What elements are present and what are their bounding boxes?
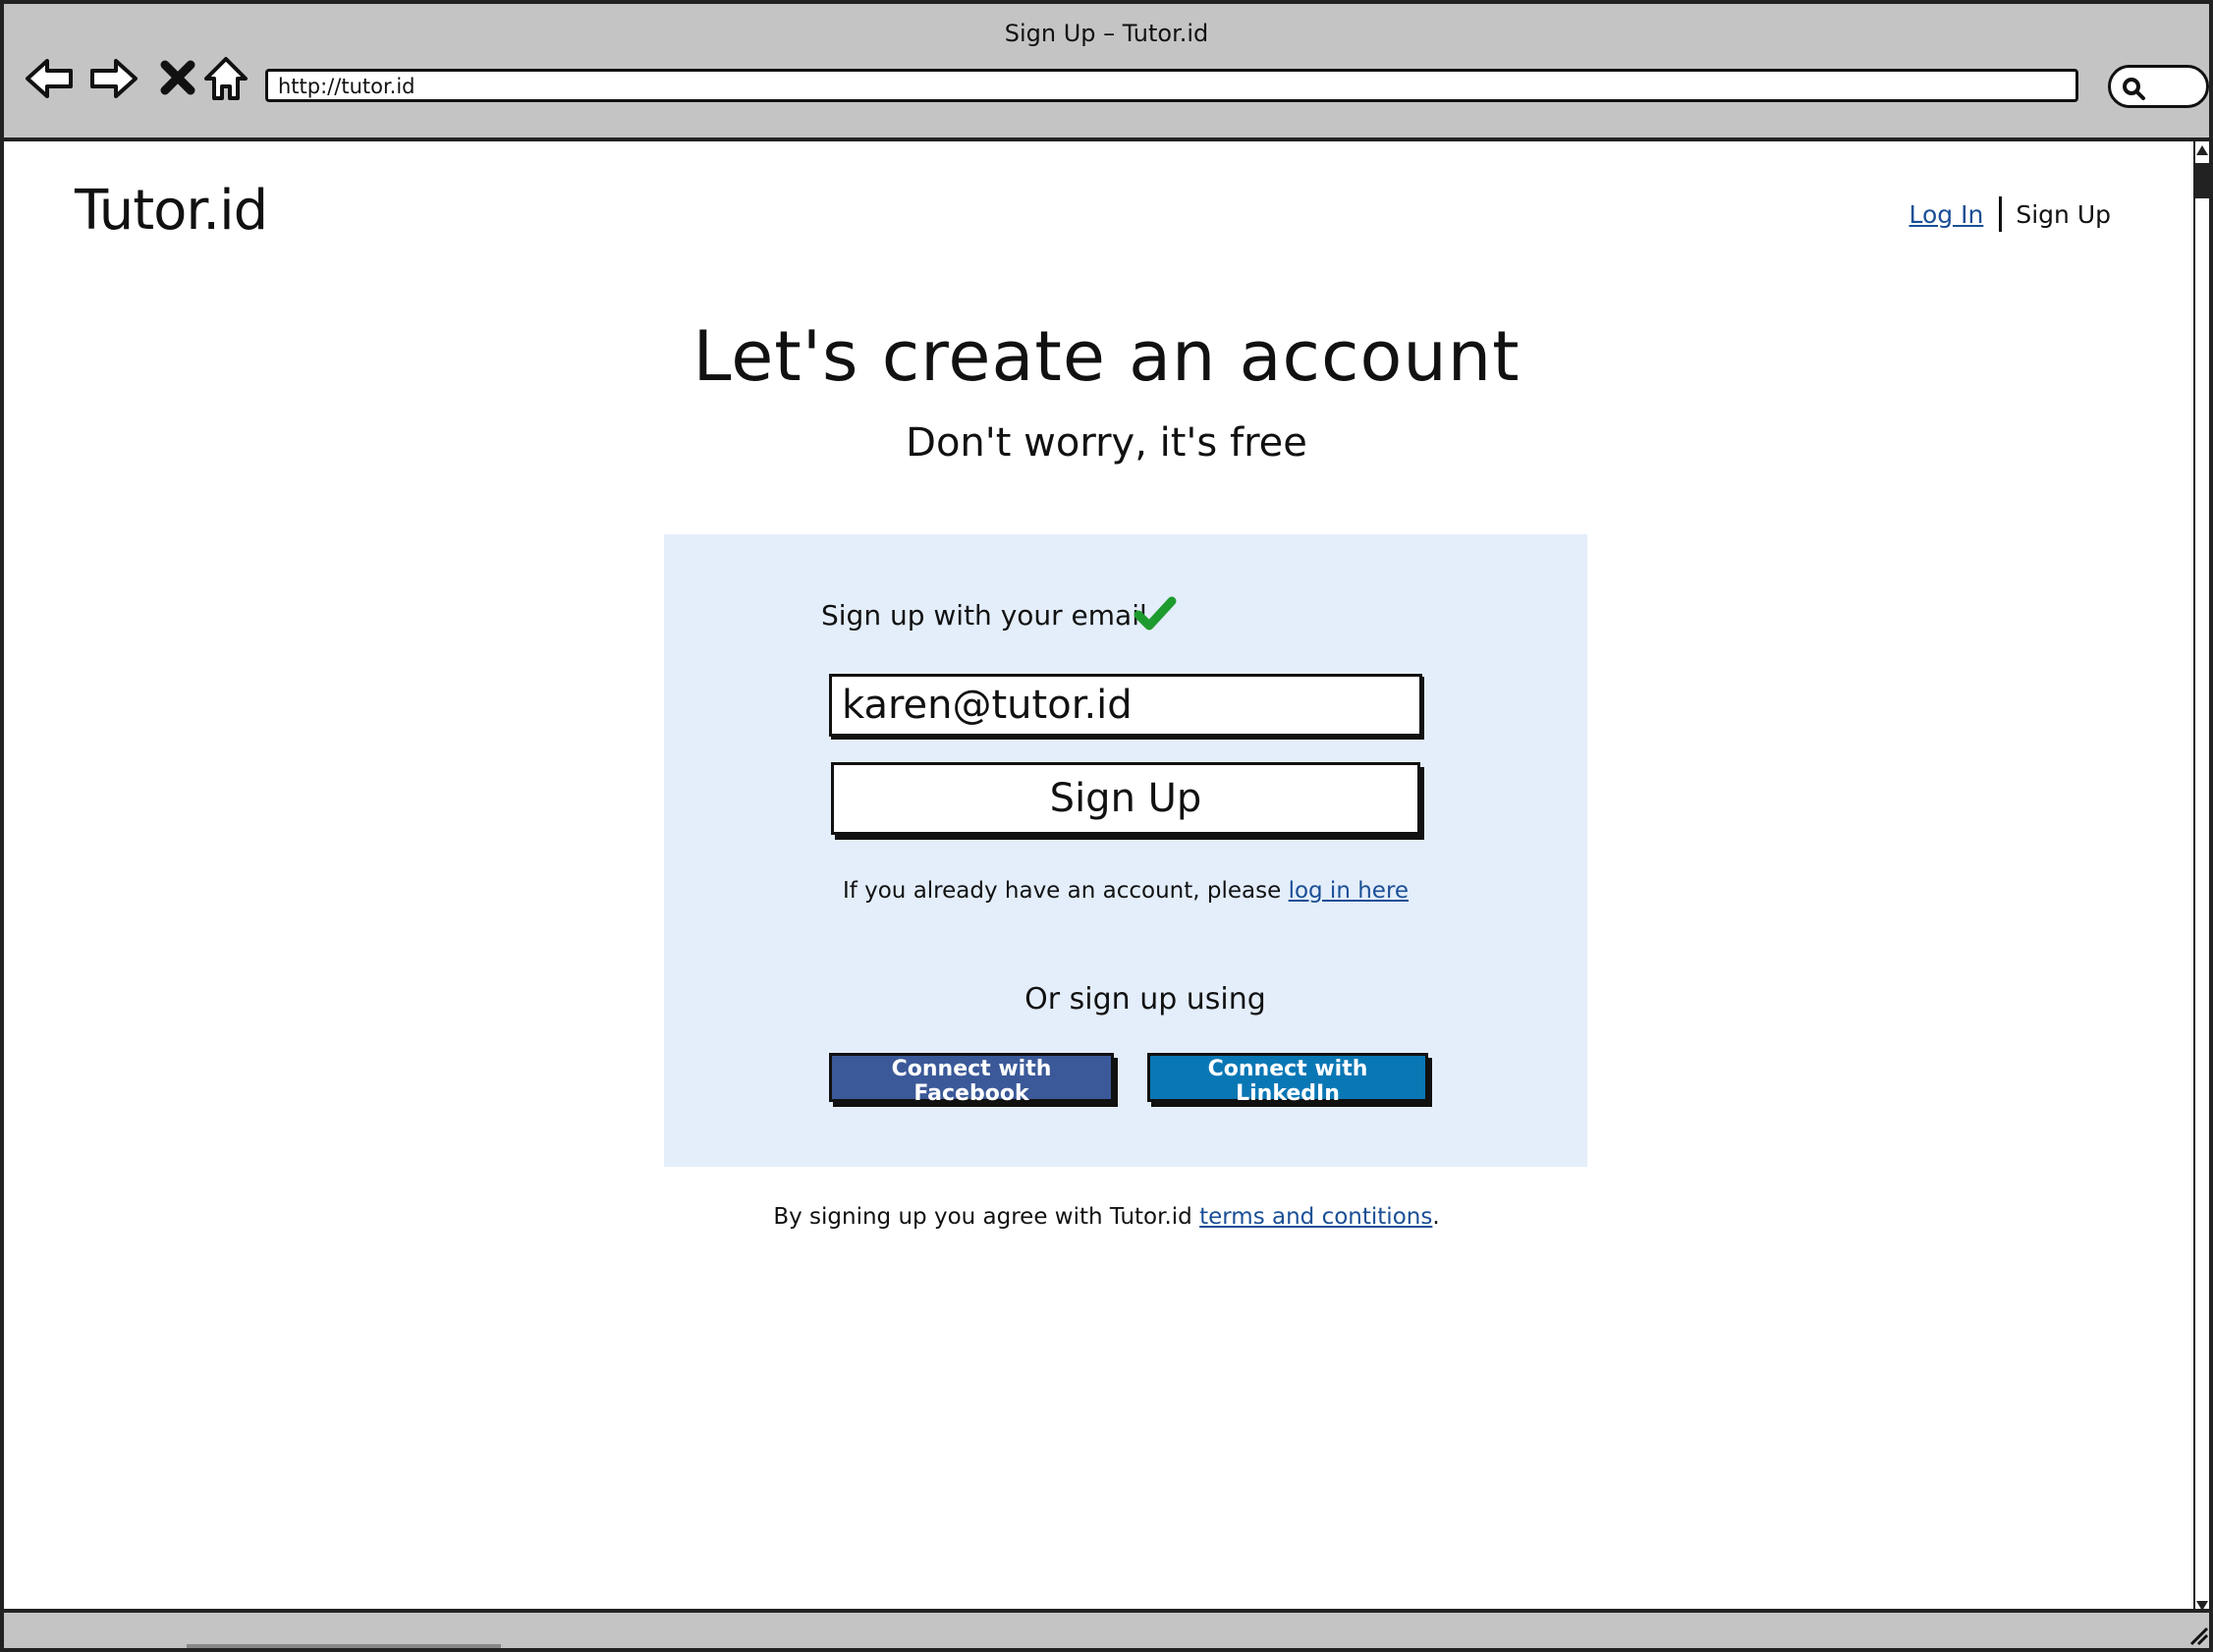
social-signup-label: Or sign up using [1024, 982, 1266, 1017]
page-title: Let's create an account [692, 316, 1521, 397]
signup-panel: Sign up with your email Sign Up If you a… [664, 534, 1587, 1167]
login-link[interactable]: Log In [1909, 200, 1984, 229]
browser-search-field[interactable] [2108, 65, 2209, 108]
terms-note: By signing up you agree with Tutor.id te… [4, 1204, 2209, 1230]
login-prompt-text: If you already have an account, please [842, 878, 1282, 904]
forward-arrow-icon[interactable] [88, 53, 139, 104]
terms-suffix: . [1432, 1204, 1440, 1230]
login-prompt: If you already have an account, please l… [664, 878, 1587, 904]
checkmark-icon [1134, 596, 1177, 631]
page-subtitle: Don't worry, it's free [906, 420, 1307, 466]
scroll-up-icon[interactable] [2196, 145, 2208, 155]
home-icon[interactable] [200, 53, 251, 104]
signup-button[interactable]: Sign Up [831, 762, 1420, 835]
back-arrow-icon[interactable] [24, 53, 75, 104]
top-nav: Log In Sign Up [1909, 196, 2111, 232]
site-logo[interactable]: Tutor.id [75, 179, 268, 243]
stop-icon[interactable] [153, 53, 204, 104]
email-signup-label: Sign up with your email [821, 599, 1147, 632]
login-here-link[interactable]: log in here [1289, 878, 1409, 904]
address-bar[interactable]: http://tutor.id [265, 69, 2078, 102]
browser-window: Sign Up – Tutor.id http://tutor.id Tutor… [0, 0, 2213, 1652]
signup-nav-current: Sign Up [2016, 199, 2111, 229]
vertical-scrollbar[interactable] [2193, 141, 2209, 1615]
status-bar [4, 1609, 2209, 1648]
status-bar-segment [187, 1644, 501, 1648]
resize-grip-icon[interactable] [2185, 1623, 2209, 1646]
terms-link[interactable]: terms and contitions [1199, 1204, 1432, 1230]
nav-separator [1999, 196, 2003, 232]
scroll-thumb[interactable] [2195, 163, 2209, 198]
facebook-connect-button[interactable]: Connect with Facebook [829, 1053, 1114, 1106]
window-title: Sign Up – Tutor.id [1004, 20, 1209, 47]
linkedin-connect-button[interactable]: Connect with LinkedIn [1147, 1053, 1428, 1106]
search-icon [2123, 78, 2145, 100]
email-field[interactable] [829, 674, 1422, 737]
terms-prefix: By signing up you agree with Tutor.id [773, 1204, 1192, 1230]
browser-chrome: Sign Up – Tutor.id http://tutor.id [4, 4, 2209, 141]
